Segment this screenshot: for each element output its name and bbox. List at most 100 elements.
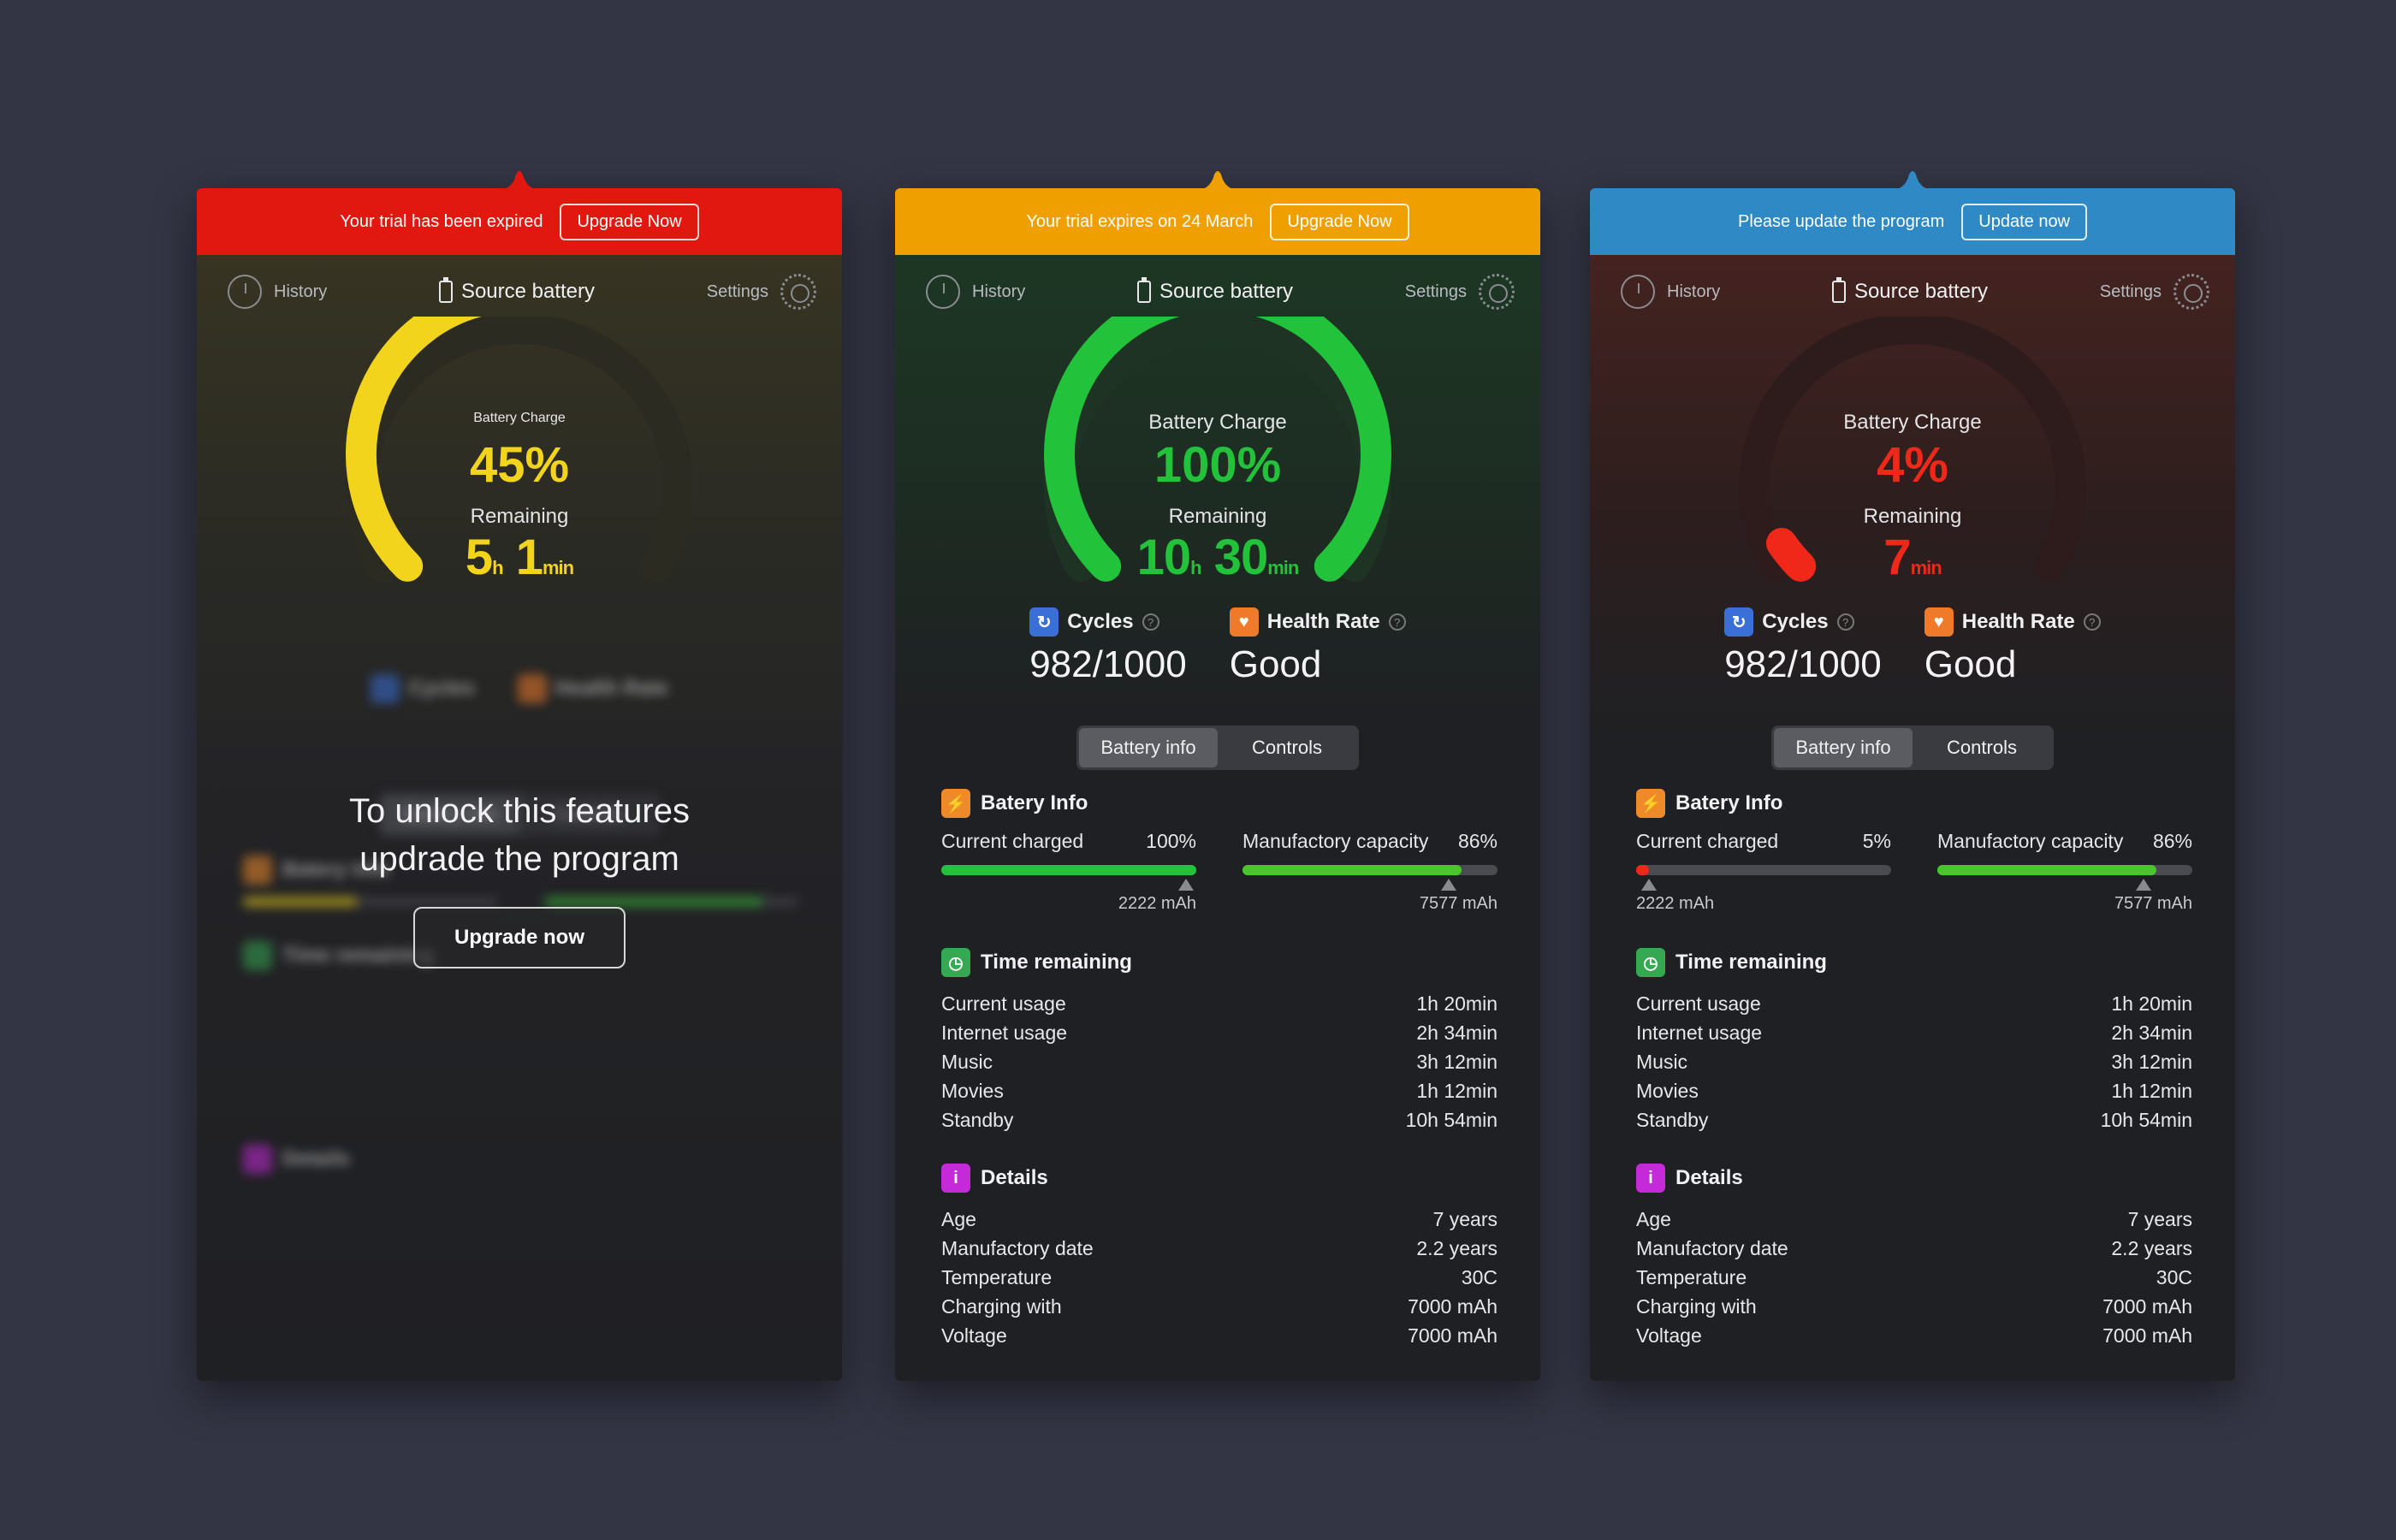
remaining-time: 7min xyxy=(1733,529,2092,586)
clock-icon xyxy=(926,275,960,309)
help-icon[interactable]: ? xyxy=(1836,613,1854,631)
info-content: ⚡ Batery Info Current charged 5% 2222 mAh … xyxy=(1636,789,2192,1379)
remaining-label: Remaining xyxy=(1168,505,1267,528)
list-item: Voltage 7000 mAh xyxy=(941,1321,1498,1350)
row-label: Internet usage xyxy=(1636,1022,1763,1044)
manufactory-mah: 7577 mAh xyxy=(2114,894,2192,913)
heart-icon: ♥ xyxy=(1924,607,1954,637)
upgrade-now-button[interactable]: Upgrade now xyxy=(412,907,626,968)
settings-label: Settings xyxy=(1404,281,1467,301)
help-icon[interactable]: ? xyxy=(2083,613,2101,631)
tab-battery-info[interactable]: Battery info xyxy=(1774,728,1913,767)
charge-value: 4% xyxy=(1877,437,1948,493)
unlock-text-line1: To unlock this features xyxy=(349,792,690,830)
row-value: 2h 34min xyxy=(1416,1022,1498,1044)
banner-text: Your trial expires on 24 March xyxy=(1026,211,1254,231)
list-item: Standby 10h 54min xyxy=(941,1105,1498,1134)
history-button[interactable]: History xyxy=(228,275,327,309)
marker-triangle xyxy=(2136,879,2152,891)
hours-unit: h xyxy=(1190,557,1201,578)
section-details-title: Details xyxy=(1675,1166,1743,1189)
list-item: Music 3h 12min xyxy=(941,1047,1498,1076)
tab-controls[interactable]: Controls xyxy=(1218,728,1356,767)
row-value: 10h 54min xyxy=(1405,1109,1498,1131)
remaining-minutes: 1 xyxy=(515,530,543,585)
clock-icon: ◷ xyxy=(1636,948,1665,977)
charge-label: Battery Charge xyxy=(1843,411,1982,434)
row-label: Current usage xyxy=(1636,992,1761,1015)
row-label: Music xyxy=(1636,1051,1688,1073)
row-value: 30C xyxy=(1461,1266,1498,1288)
health-stat: ♥ Health Rate? Good xyxy=(1924,607,2101,686)
row-value: 7000 mAh xyxy=(1408,1324,1498,1347)
cycles-stat: Cycles xyxy=(371,674,475,703)
row-label: Manufactory date xyxy=(941,1237,1094,1259)
update-button[interactable]: Update now xyxy=(1961,203,2088,240)
cycles-icon: ↻ xyxy=(1029,607,1059,637)
manufactory-label: Manufactory capacity xyxy=(1242,830,1429,852)
source-battery-selector[interactable]: Source battery xyxy=(1136,277,1293,304)
list-item: Age 7 years xyxy=(1636,1205,2192,1234)
row-value: 10h 54min xyxy=(2100,1109,2192,1131)
health-value: Good xyxy=(1924,643,2017,685)
marker-triangle xyxy=(1178,879,1195,891)
row-value: 2.2 years xyxy=(2111,1237,2192,1259)
stats-row: ↻ Cycles? 982/1000 ♥ Health Rate? Good xyxy=(1590,607,2235,686)
history-button[interactable]: History xyxy=(1621,275,1720,309)
capacity-bars: Current charged 100% 2222 mAh Manufactory… xyxy=(941,830,1498,914)
tab-switch: Battery info Controls xyxy=(1076,726,1359,770)
help-icon[interactable]: ? xyxy=(1142,613,1159,631)
section-info-title: Batery Info xyxy=(1675,791,1783,814)
cycles-label: Cycles xyxy=(1762,610,1829,633)
battery-panel-expired: Your trial has been expired Upgrade Now … xyxy=(197,171,842,1381)
row-value: 1h 20min xyxy=(2111,992,2192,1015)
heart-icon: ♥ xyxy=(1229,607,1259,637)
list-item: Manufactory date 2.2 years xyxy=(941,1234,1498,1263)
heart-icon xyxy=(517,674,547,703)
source-battery-selector[interactable]: Source battery xyxy=(1831,277,1988,304)
remaining-time: 10h 30min xyxy=(1038,529,1397,586)
details-list: Age 7 years Manufactory date 2.2 years Tempe… xyxy=(1636,1205,2192,1350)
history-button[interactable]: History xyxy=(926,275,1025,309)
row-value: 2h 34min xyxy=(2111,1022,2192,1044)
upgrade-button[interactable]: Upgrade Now xyxy=(1270,203,1409,240)
tab-controls[interactable]: Controls xyxy=(1913,728,2051,767)
row-label: Movies xyxy=(941,1080,1004,1102)
settings-button[interactable]: Settings xyxy=(2100,274,2209,310)
list-item: Age 7 years xyxy=(941,1205,1498,1234)
cycles-stat: ↻ Cycles? 982/1000 xyxy=(1724,607,1882,686)
capacity-bars: Current charged 5% 2222 mAh Manufactory c… xyxy=(1636,830,2192,914)
capacity-bar: Manufactory capacity 86% 7577 mAh xyxy=(1242,830,1498,914)
clock-icon: ◷ xyxy=(941,948,970,977)
row-label: Standby xyxy=(941,1109,1014,1131)
update-banner: Please update the program Update now xyxy=(1590,188,2235,255)
settings-button[interactable]: Settings xyxy=(707,274,816,310)
capacity-fill xyxy=(1242,865,1462,875)
gear-icon xyxy=(780,274,816,310)
battery-icon xyxy=(438,277,453,303)
settings-button[interactable]: Settings xyxy=(1405,274,1515,310)
manufactory-mah: 7577 mAh xyxy=(1419,894,1498,913)
info-icon: i xyxy=(1636,1164,1665,1193)
source-battery-selector[interactable]: Source battery xyxy=(438,277,595,304)
help-icon[interactable]: ? xyxy=(1388,613,1406,631)
current-charged-label: Current charged xyxy=(941,830,1084,852)
list-item: Current usage 1h 20min xyxy=(941,989,1498,1018)
tab-battery-info[interactable]: Battery info xyxy=(1079,728,1218,767)
row-value: 7 years xyxy=(2127,1208,2192,1230)
row-value: 7000 mAh xyxy=(2102,1324,2192,1347)
upgrade-button[interactable]: Upgrade Now xyxy=(560,203,699,240)
unlock-overlay: To unlock this features updrade the prog… xyxy=(197,787,842,968)
section-details-title: Details xyxy=(282,1147,350,1170)
popover-arrow xyxy=(1199,169,1237,190)
list-item: Internet usage 2h 34min xyxy=(941,1018,1498,1047)
list-item: Internet usage 2h 34min xyxy=(1636,1018,2192,1047)
health-label: Health Rate xyxy=(1266,610,1380,633)
row-value: 3h 12min xyxy=(1416,1051,1498,1073)
marker-triangle xyxy=(1441,879,1457,891)
list-item: Charging with 7000 mAh xyxy=(1636,1292,2192,1321)
settings-label: Settings xyxy=(706,281,768,301)
time-list: Current usage 1h 20min Internet usage 2h 34… xyxy=(941,989,1498,1134)
list-item: Charging with 7000 mAh xyxy=(941,1292,1498,1321)
remaining-hours: 5 xyxy=(465,530,493,585)
